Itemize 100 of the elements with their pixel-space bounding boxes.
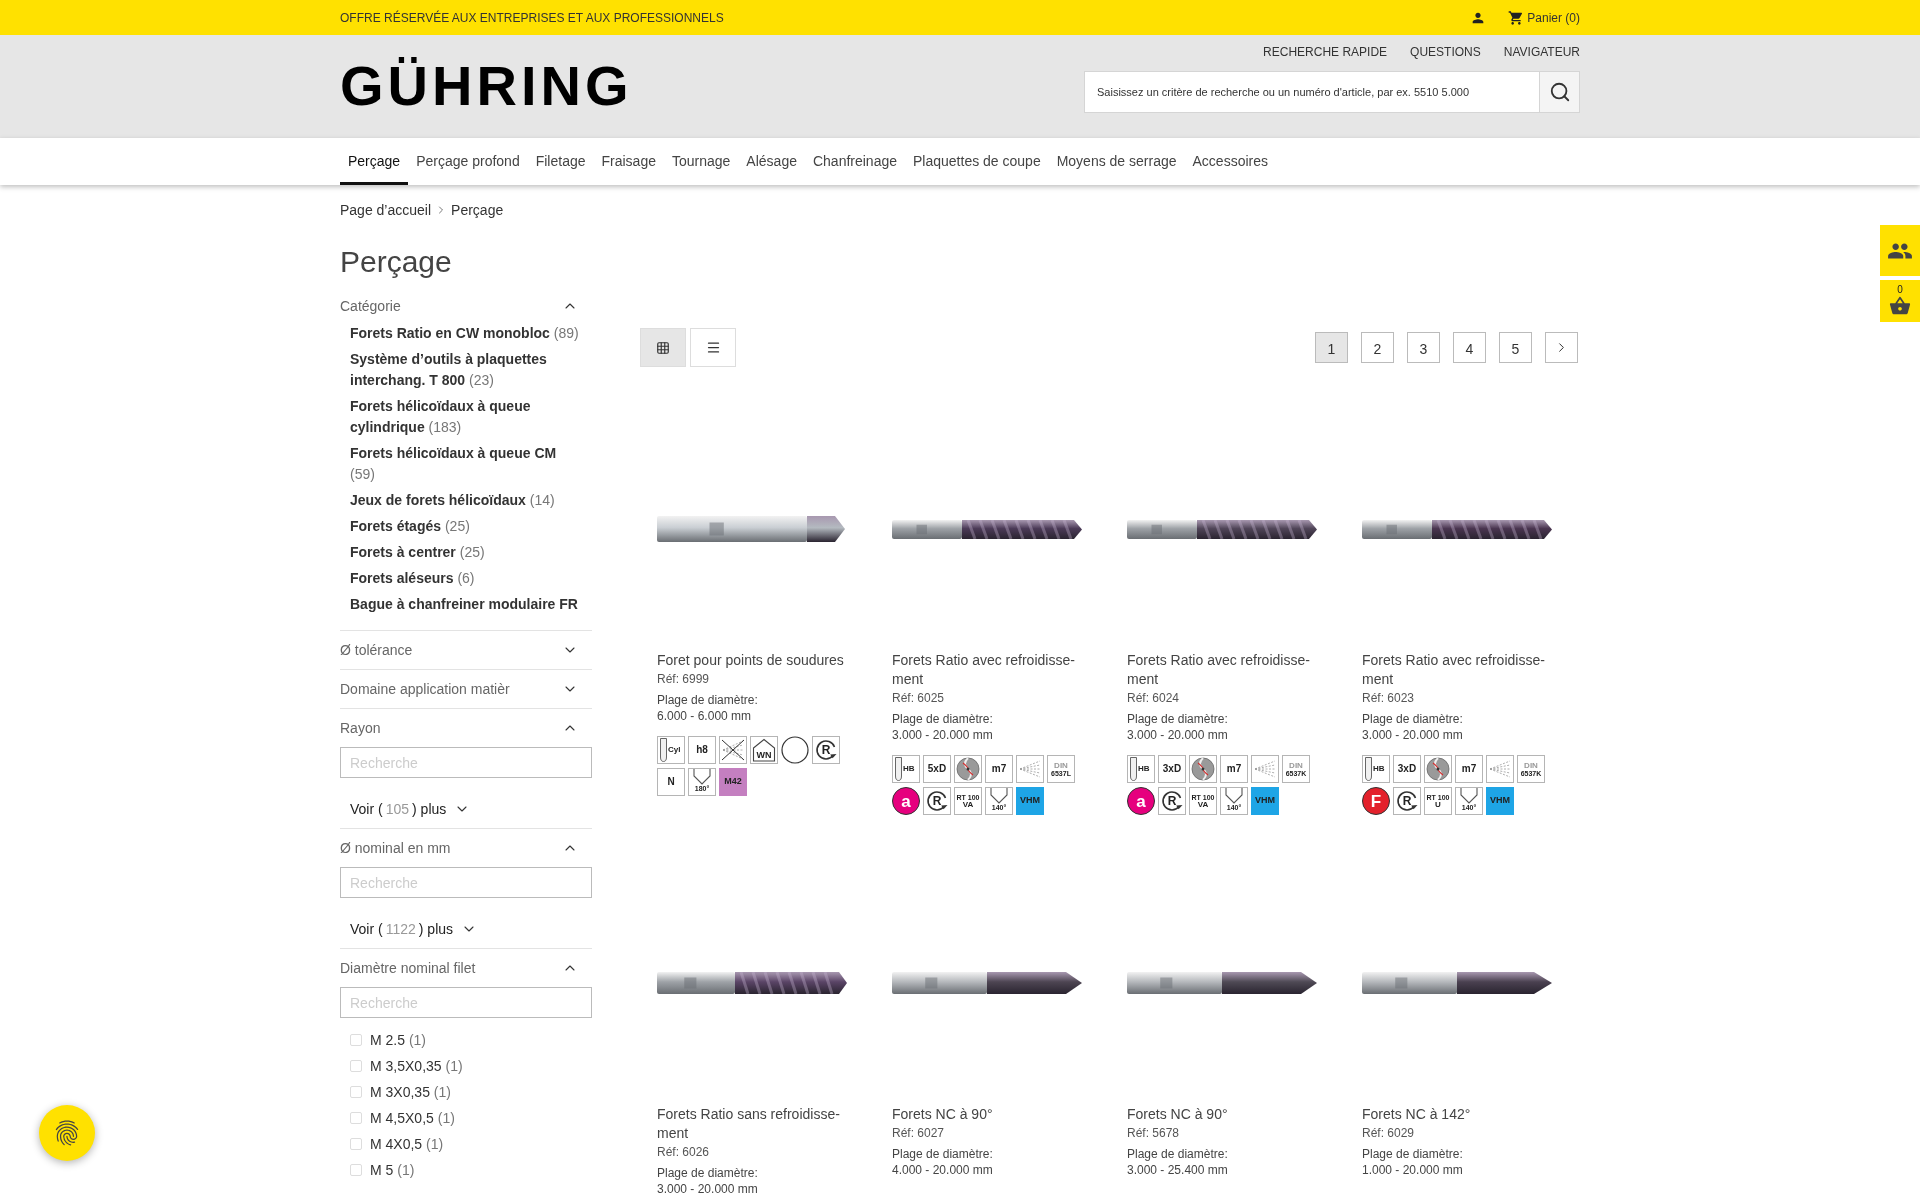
- logo-wordmark[interactable]: GÜHRING: [340, 58, 633, 114]
- show-more-button[interactable]: Voir ( 105 ) plus: [350, 798, 471, 820]
- material-group-badge: a: [1127, 787, 1155, 815]
- fingerprint-button[interactable]: [39, 1105, 95, 1161]
- list-view-button[interactable]: [690, 328, 736, 367]
- cart-link[interactable]: Panier (0): [1508, 8, 1580, 27]
- diameter-label: Plage de diamètre:: [1362, 1146, 1463, 1162]
- material-group-badge: a: [892, 787, 920, 815]
- category-link[interactable]: Forets aléseurs (6): [350, 568, 475, 589]
- nav-tab[interactable]: Tournage: [663, 138, 739, 185]
- diameter-range: 6.000 - 6.000 mm: [657, 708, 752, 724]
- category-link[interactable]: Jeux de forets hélicoïdaux (14): [350, 490, 555, 511]
- category-link[interactable]: Forets Ratio en CW monobloc (89): [350, 323, 579, 344]
- product-title[interactable]: Forets Ratio avec refroidisse-ment: [1127, 651, 1328, 689]
- option-label[interactable]: M 4,5X0,5 (1): [370, 1109, 455, 1127]
- contact-button[interactable]: [1880, 225, 1920, 276]
- nav-tab[interactable]: Moyens de serrage: [1048, 138, 1185, 185]
- basket-icon: [1889, 295, 1911, 317]
- header-link[interactable]: QUESTIONS: [1410, 45, 1481, 59]
- diameter-range: 1.000 - 20.000 mm: [1362, 1162, 1463, 1178]
- nav-tab[interactable]: Chanfreinage: [804, 138, 905, 185]
- checkbox[interactable]: [350, 1164, 362, 1176]
- diameter-range: 3.000 - 20.000 mm: [1362, 727, 1463, 743]
- attribute-badge: m7: [1455, 755, 1483, 783]
- grid-icon: [656, 340, 670, 355]
- ring-icon: [781, 736, 809, 764]
- category-link[interactable]: Forets hélicoïdaux à queue CM (59): [350, 443, 582, 485]
- diameter-range: 3.000 - 25.400 mm: [1127, 1162, 1228, 1178]
- checkbox[interactable]: [350, 1034, 362, 1046]
- option-label[interactable]: M 5 (1): [370, 1161, 415, 1179]
- product-title[interactable]: Foret pour points de soudures: [657, 651, 858, 670]
- material-badge: VHM: [1486, 787, 1514, 815]
- material-badge: VHM: [1251, 787, 1279, 815]
- product-title[interactable]: Forets Ratio avec refroidisse-ment: [892, 651, 1093, 689]
- rotation-letter: R: [1402, 795, 1412, 807]
- page-button[interactable]: 4: [1453, 332, 1486, 363]
- header-link[interactable]: NAVIGATEUR: [1503, 45, 1580, 59]
- page-button[interactable]: 2: [1361, 332, 1394, 363]
- product-reference: Réf: 6027: [892, 1125, 946, 1142]
- nav-tab[interactable]: Alésage: [738, 138, 805, 185]
- shank-code: Cyl: [668, 746, 681, 754]
- category-link[interactable]: Forets étagés (25): [350, 516, 470, 537]
- nav-tab[interactable]: Accessoires: [1184, 138, 1276, 185]
- house-label: WN: [756, 751, 772, 760]
- grid-view-button[interactable]: [640, 328, 686, 367]
- drill-point-icon: [1224, 788, 1244, 804]
- nav-tab[interactable]: Perçage: [340, 138, 409, 185]
- product-title[interactable]: Forets NC à 90°: [892, 1105, 1093, 1124]
- attribute-badge: h8: [688, 736, 716, 764]
- drill-point-icon: [989, 788, 1009, 804]
- option-label[interactable]: M 4X0,5 (1): [370, 1135, 444, 1153]
- filter-header[interactable]: Ø tolérance: [340, 631, 592, 669]
- product-reference: Réf: 6023: [1362, 690, 1416, 707]
- checkbox[interactable]: [350, 1138, 362, 1150]
- business-notice: OFFRE RÉSERVÉE AUX ENTREPRISES ET AUX PROFESSIONNELS: [340, 9, 724, 27]
- diameter-label: Plage de diamètre:: [657, 692, 758, 708]
- product-title[interactable]: Forets Ratio avec refroidisse-ment: [1362, 651, 1563, 689]
- nav-tab[interactable]: Plaquettes de coupe: [905, 138, 1049, 185]
- filter-header[interactable]: Domaine application matièr: [340, 670, 592, 708]
- filter-header[interactable]: Rayon: [340, 709, 592, 747]
- checkbox[interactable]: [350, 1112, 362, 1124]
- option-label[interactable]: M 2.5 (1): [370, 1031, 427, 1049]
- attribute-badge: m7: [1220, 755, 1248, 783]
- breadcrumb-link[interactable]: Perçage: [451, 201, 504, 219]
- nav-tab[interactable]: Perçage profond: [408, 138, 528, 185]
- filter-header[interactable]: Ø nominal en mm: [340, 829, 592, 867]
- product-title[interactable]: Forets Ratio sans refroidisse-ment: [657, 1105, 858, 1143]
- checkbox[interactable]: [350, 1060, 362, 1072]
- search-field[interactable]: Saisissez un critère de recherche ou un numéro d'article, par ex. 5510 5.000: [1084, 71, 1539, 113]
- diameter-label: Plage de diamètre:: [1127, 711, 1228, 727]
- filter-header[interactable]: Catégorie: [340, 290, 592, 322]
- show-more-button[interactable]: Voir ( 1122 ) plus: [350, 918, 478, 940]
- filter-header[interactable]: Diamètre nominal filet: [340, 949, 592, 987]
- breadcrumb-link[interactable]: Page d’accueil: [340, 201, 432, 219]
- page-button[interactable]: 1: [1315, 332, 1348, 363]
- shank-code: HB: [1138, 765, 1150, 773]
- category-link[interactable]: Forets à centrer (25): [350, 542, 485, 563]
- header-link[interactable]: RECHERCHE RAPIDE: [1263, 45, 1388, 59]
- product-title[interactable]: Forets NC à 90°: [1127, 1105, 1328, 1124]
- option-label[interactable]: M 3,5X0,35 (1): [370, 1057, 463, 1075]
- page-button[interactable]: 5: [1499, 332, 1532, 363]
- category-link[interactable]: Bague à chanfreiner modulaire FR: [350, 594, 578, 615]
- basket-button[interactable]: 0: [1880, 280, 1920, 322]
- attribute-badge: 3xD: [1158, 755, 1186, 783]
- drill-point-icon: [692, 769, 712, 785]
- diameter-label: Plage de diamètre:: [892, 1146, 993, 1162]
- diameter-label: Plage de diamètre:: [1362, 711, 1463, 727]
- search-button[interactable]: [1539, 71, 1580, 113]
- product-title[interactable]: Forets NC à 142°: [1362, 1105, 1563, 1124]
- category-link[interactable]: Forets hélicoïdaux à queue cylindrique (183): [350, 396, 582, 438]
- checkbox[interactable]: [350, 1086, 362, 1098]
- next-page-button[interactable]: [1545, 332, 1578, 363]
- nav-tab[interactable]: Fraisage: [593, 138, 664, 185]
- nav-tab[interactable]: Filetage: [527, 138, 594, 185]
- diameter-label: Plage de diamètre:: [657, 1165, 758, 1181]
- page-button[interactable]: 3: [1407, 332, 1440, 363]
- option-label[interactable]: M 3X0,35 (1): [370, 1083, 451, 1101]
- shank-icon: [895, 757, 902, 781]
- category-link[interactable]: Système d’outils à plaquettes interchang. T 800 (23): [350, 349, 582, 391]
- drill-cross-section-icon: [1424, 755, 1452, 783]
